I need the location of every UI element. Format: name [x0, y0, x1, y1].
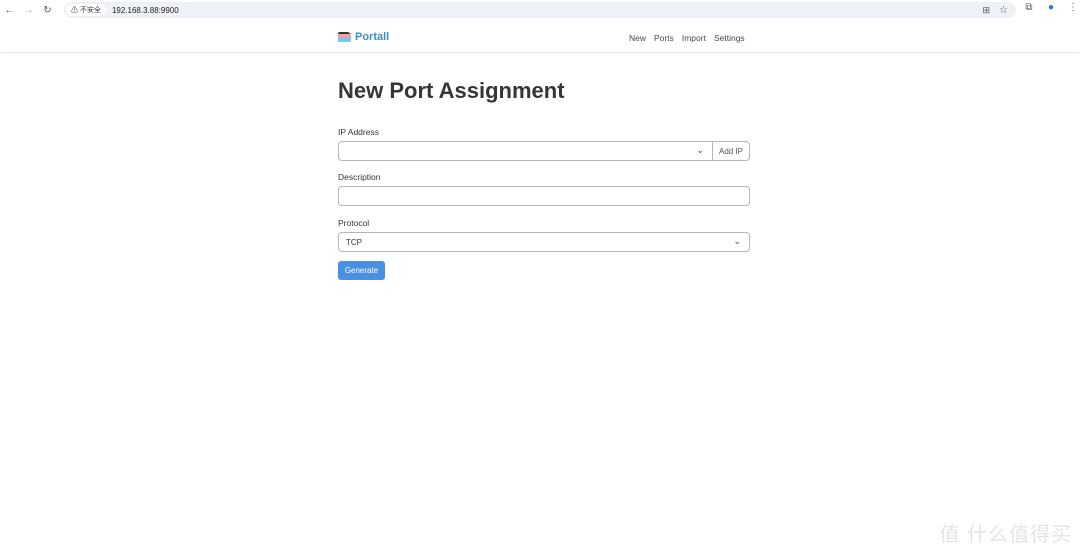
- back-icon[interactable]: ←: [0, 5, 19, 16]
- nav-import[interactable]: Import: [682, 33, 706, 43]
- star-icon[interactable]: ☆: [999, 5, 1008, 16]
- profile-icon[interactable]: ●: [1044, 2, 1058, 13]
- reload-icon[interactable]: ↻: [38, 5, 57, 16]
- security-label: 不安全: [79, 7, 101, 14]
- browser-toolbar: ← → ↻ ⚠ 不安全 192.168.3.88:9900 ⊞ ☆ ⧉ ● ⋮: [0, 0, 1080, 20]
- chevron-down-icon: ⌄: [696, 145, 704, 155]
- generate-button[interactable]: Generate: [338, 261, 385, 280]
- app-navbar: Portall New Ports Import Settings: [0, 22, 1080, 53]
- security-badge[interactable]: ⚠ 不安全: [66, 4, 106, 16]
- translate-icon[interactable]: ⊞: [982, 5, 990, 16]
- page-title: New Port Assignment: [338, 78, 565, 103]
- extensions-icon[interactable]: ⧉: [1022, 2, 1036, 13]
- description-label: Description: [338, 172, 381, 182]
- watermark: 值 什么值得买: [939, 524, 1072, 546]
- description-input[interactable]: [338, 186, 750, 206]
- protocol-value: TCP: [346, 237, 362, 247]
- nav-new[interactable]: New: [629, 33, 646, 43]
- logo-icon: [338, 32, 351, 42]
- brand-name: Portall: [355, 31, 390, 43]
- nav-ports[interactable]: Ports: [654, 33, 674, 43]
- nav-settings[interactable]: Settings: [714, 33, 745, 43]
- ip-address-select[interactable]: ⌄: [338, 141, 713, 161]
- forward-icon[interactable]: →: [19, 5, 38, 16]
- protocol-select[interactable]: TCP ⌄: [338, 232, 750, 252]
- ip-address-label: IP Address: [338, 127, 379, 137]
- address-bar[interactable]: ⚠ 不安全 192.168.3.88:9900 ⊞ ☆: [64, 2, 1016, 18]
- chevron-down-icon: ⌄: [733, 236, 741, 246]
- brand-link[interactable]: Portall: [338, 31, 389, 43]
- add-ip-button[interactable]: Add IP: [712, 141, 750, 161]
- menu-icon[interactable]: ⋮: [1066, 2, 1080, 13]
- protocol-label: Protocol: [338, 218, 370, 228]
- url-text[interactable]: 192.168.3.88:9900: [112, 6, 179, 15]
